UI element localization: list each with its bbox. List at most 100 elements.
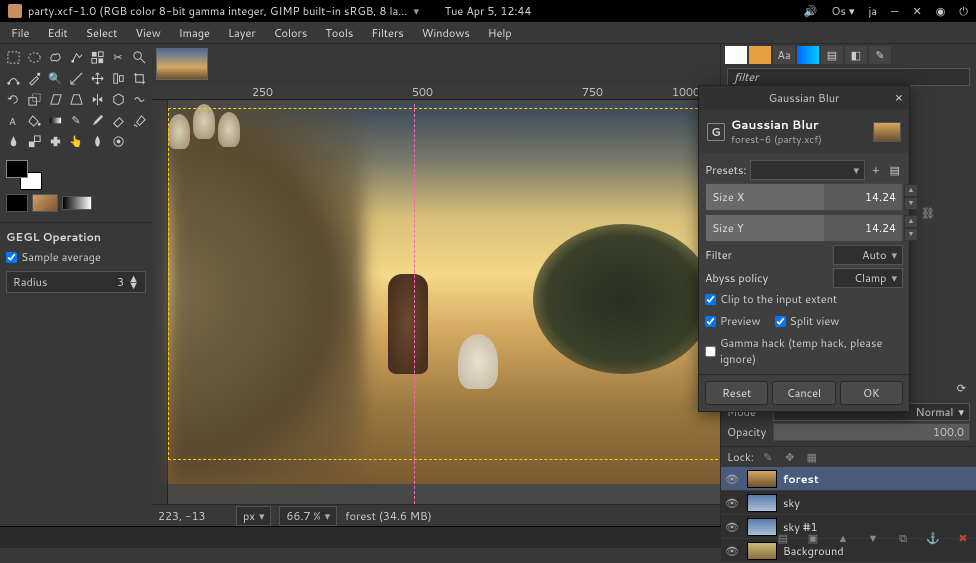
fg-color[interactable] [6, 160, 28, 178]
tool-color-picker[interactable] [24, 68, 44, 88]
os-indicator[interactable]: Os ▾ [831, 3, 854, 19]
tool-by-color[interactable] [87, 47, 107, 67]
tool-heal[interactable] [45, 131, 65, 151]
sample-average-checkbox[interactable] [6, 252, 17, 263]
raise-layer-icon[interactable]: ▲ [836, 530, 850, 546]
lock-alpha-icon[interactable]: ▦ [804, 449, 820, 465]
vertical-guide[interactable] [414, 104, 415, 504]
delete-layer-icon[interactable]: ✖ [956, 530, 970, 546]
canvas[interactable] [168, 104, 716, 504]
tool-blur[interactable] [87, 131, 107, 151]
cancel-button[interactable]: Cancel [772, 381, 835, 405]
tool-free-select[interactable] [45, 47, 65, 67]
tool-ink[interactable] [3, 131, 23, 151]
menu-help[interactable]: Help [481, 23, 519, 43]
lock-pixels-icon[interactable]: ✎ [760, 449, 776, 465]
menu-view[interactable]: View [128, 23, 167, 43]
active-brush[interactable] [6, 194, 28, 212]
size-x-slider[interactable]: Size X 14.24 ▲▼ [705, 183, 903, 211]
lower-layer-icon[interactable]: ▼ [866, 530, 880, 546]
abyss-select[interactable]: Clamp▾ [833, 268, 903, 288]
layer-row[interactable]: 👁 sky [721, 491, 976, 515]
tool-zoom[interactable]: 🔍 [45, 68, 65, 88]
reset-button[interactable]: Reset [705, 381, 768, 405]
layer-name[interactable]: sky [783, 495, 800, 511]
tool-paintbrush[interactable] [87, 110, 107, 130]
menu-file[interactable]: File [4, 23, 36, 43]
tool-ellipse-select[interactable] [24, 47, 44, 67]
duplicate-layer-icon[interactable]: ⧉ [896, 530, 910, 546]
preview-checkbox[interactable] [705, 316, 716, 327]
tool-bucket[interactable] [24, 110, 44, 130]
active-pattern[interactable] [32, 194, 58, 212]
tool-fuzzy-select[interactable] [66, 47, 86, 67]
tool-foreground[interactable] [129, 47, 149, 67]
tool-paths[interactable] [3, 68, 23, 88]
tool-clone[interactable] [24, 131, 44, 151]
visibility-icon[interactable]: 👁 [725, 519, 741, 535]
size-y-slider[interactable]: Size Y 14.24 ▲▼ [705, 214, 903, 242]
color-swatch[interactable] [6, 160, 42, 190]
new-layer-icon[interactable]: ▤ [776, 530, 790, 546]
tool-cage[interactable] [108, 89, 128, 109]
tool-align[interactable] [108, 68, 128, 88]
tool-warp[interactable] [129, 89, 149, 109]
tool-airbrush[interactable] [129, 110, 149, 130]
active-gradient[interactable] [62, 196, 92, 210]
layer-row[interactable]: 👁 forest [721, 467, 976, 491]
tool-blend[interactable] [45, 110, 65, 130]
menu-image[interactable]: Image [172, 23, 217, 43]
split-view-checkbox[interactable] [775, 316, 786, 327]
ime-indicator[interactable]: ja [868, 3, 877, 19]
lock-position-icon[interactable]: ✥ [782, 449, 798, 465]
dock-tab-6[interactable]: ◧ [845, 46, 867, 64]
tool-move[interactable] [87, 68, 107, 88]
visibility-icon[interactable]: 👁 [725, 495, 741, 511]
tool-rect-select[interactable] [3, 47, 23, 67]
opacity-slider[interactable]: 100.0 [773, 423, 970, 441]
tool-flip[interactable] [87, 89, 107, 109]
dock-tab-1[interactable] [725, 46, 747, 64]
horizontal-ruler[interactable]: 250 500 750 1000 [152, 84, 720, 100]
tool-crop[interactable] [129, 68, 149, 88]
filter-input[interactable]: filter [727, 68, 970, 86]
layer-name[interactable]: forest [783, 471, 819, 487]
dock-tab-4[interactable] [797, 46, 819, 64]
dock-tab-brush-icon[interactable]: ✎ [869, 46, 891, 64]
tool-scissors[interactable]: ✂ [108, 47, 128, 67]
tool-measure[interactable] [66, 68, 86, 88]
zoom-selector[interactable]: 66.7 %▾ [279, 506, 337, 526]
menu-select[interactable]: Select [79, 23, 125, 43]
visibility-icon[interactable]: 👁 [725, 471, 741, 487]
dock-tab-2[interactable] [749, 46, 771, 64]
menu-edit[interactable]: Edit [40, 23, 74, 43]
tool-eraser[interactable] [108, 110, 128, 130]
minimize-icon[interactable]: — [891, 3, 898, 19]
menu-windows[interactable]: Windows [415, 23, 477, 43]
tool-perspective[interactable] [66, 89, 86, 109]
preset-menu-icon[interactable]: ▤ [887, 162, 903, 178]
tool-text[interactable]: A [3, 110, 23, 130]
preset-add-icon[interactable]: + [869, 162, 883, 178]
filter-select[interactable]: Auto▾ [833, 245, 903, 265]
menu-layer[interactable]: Layer [221, 23, 263, 43]
dialog-close-icon[interactable]: × [895, 89, 903, 107]
close-icon[interactable]: ✕ [912, 3, 921, 19]
presets-select[interactable]: ▾ [750, 160, 865, 180]
refresh-icon[interactable]: ⟳ [951, 378, 972, 398]
vertical-ruler[interactable] [152, 100, 168, 504]
chain-link-icon[interactable]: ⛓ [921, 205, 935, 221]
title-dropdown-icon[interactable]: ▾ [413, 3, 419, 19]
dialog-titlebar[interactable]: Gaussian Blur × [699, 86, 909, 110]
power-icon[interactable]: ⏻ [959, 3, 968, 19]
tool-shear[interactable] [45, 89, 65, 109]
gamma-hack-checkbox[interactable] [705, 346, 716, 357]
tool-scale[interactable] [24, 89, 44, 109]
wifi-icon[interactable]: ◉ [936, 3, 946, 19]
tool-pencil[interactable]: ✎ [66, 110, 86, 130]
dock-tab-5[interactable]: ▤ [821, 46, 843, 64]
menu-filters[interactable]: Filters [364, 23, 410, 43]
image-tab-thumbnail[interactable] [156, 48, 208, 80]
menu-tools[interactable]: Tools [318, 23, 360, 43]
tool-rotate[interactable] [3, 89, 23, 109]
